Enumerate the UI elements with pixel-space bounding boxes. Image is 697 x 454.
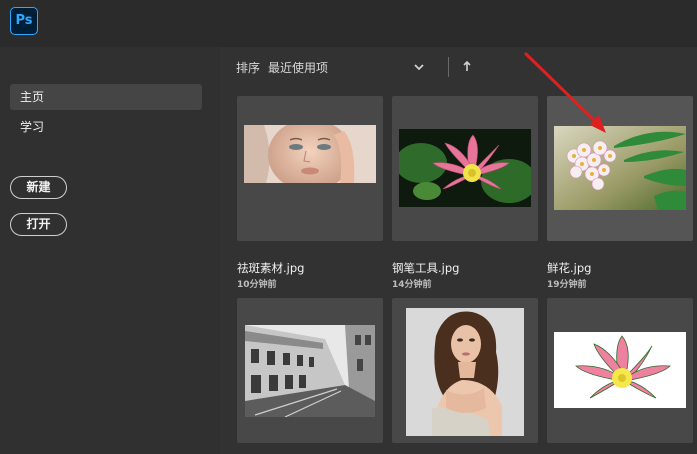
new-button[interactable]: 新建: [10, 176, 67, 199]
title-bar: Ps: [0, 0, 697, 47]
file-card[interactable]: [547, 96, 693, 241]
file-time: 10分钟前: [237, 280, 277, 290]
file-card[interactable]: [392, 298, 538, 443]
file-name[interactable]: 祛斑素材.jpg: [237, 260, 304, 276]
divider: [448, 57, 449, 77]
sort-label: 排序: [236, 61, 261, 75]
arrow-up-icon[interactable]: [460, 59, 474, 75]
sort-dropdown[interactable]: 最近使用项: [268, 59, 328, 76]
file-card[interactable]: [237, 298, 383, 443]
file-card[interactable]: [237, 96, 383, 241]
chevron-down-icon[interactable]: [412, 60, 426, 74]
file-card[interactable]: [392, 96, 538, 241]
sidebar-item-learn[interactable]: 学习: [10, 114, 202, 140]
photoshop-logo[interactable]: Ps: [10, 7, 38, 35]
open-button[interactable]: 打开: [10, 213, 67, 236]
sidebar: 主页 学习 新建 打开: [0, 47, 220, 454]
file-time: 19分钟前: [547, 280, 587, 290]
recent-files-area: 排序 最近使用项 祛斑素材.jpg 10分钟前 钢笔工具.jpg 14分钟前 鲜…: [220, 47, 697, 454]
thumbnail-lotus-cutout: [554, 332, 686, 408]
file-name[interactable]: 钢笔工具.jpg: [392, 260, 459, 276]
thumbnail-street: [245, 325, 375, 417]
file-name[interactable]: 鲜花.jpg: [547, 260, 591, 276]
thumbnail-woman: [406, 308, 524, 436]
thumbnail-flowers: [554, 126, 686, 210]
file-card[interactable]: [547, 298, 693, 443]
thumbnail-lotus: [399, 129, 531, 207]
thumbnail-portrait: [244, 125, 376, 183]
sidebar-item-home[interactable]: 主页: [10, 84, 202, 110]
file-time: 14分钟前: [392, 280, 432, 290]
